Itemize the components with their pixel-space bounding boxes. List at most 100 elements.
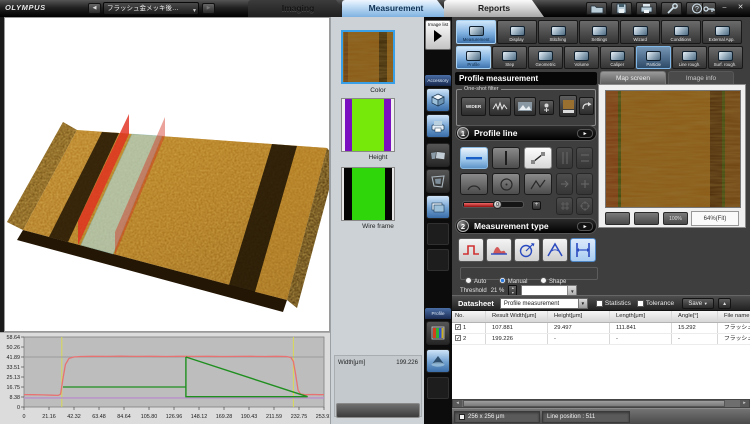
file-forward-button[interactable]: ▶: [202, 3, 215, 14]
datasheet-hscrollbar[interactable]: ◂ ▸: [452, 399, 750, 408]
key-button[interactable]: [702, 2, 716, 15]
slider-track[interactable]: 0: [462, 201, 524, 208]
accessory-snapshot-button[interactable]: [426, 143, 450, 167]
row-checkbox[interactable]: ✓: [455, 324, 461, 330]
file-selector-value: フラッシュ金メッキ後…: [107, 5, 179, 12]
image-filter-button[interactable]: [514, 97, 536, 116]
tab-imaging[interactable]: Imaging: [248, 0, 348, 17]
row-checkbox[interactable]: ✓: [455, 335, 461, 341]
column-header-result-width-m[interactable]: Result Width[μm]: [486, 311, 548, 322]
minimize-button[interactable]: –: [718, 3, 731, 13]
column-header-file-name[interactable]: File name: [718, 311, 750, 322]
tab-reports[interactable]: Reports: [444, 0, 544, 17]
measure-area-button[interactable]: [486, 238, 512, 262]
measure-angle-button[interactable]: [542, 238, 568, 262]
wave-filter-button[interactable]: [489, 97, 511, 116]
table-row[interactable]: ✓2199.226---フラッシュ金: [452, 334, 750, 345]
open-folder-button[interactable]: [586, 2, 607, 15]
toolbar-button-surf-rough[interactable]: Surf. rough.: [708, 46, 743, 69]
tab-map-screen[interactable]: Map screen: [600, 71, 666, 84]
toolbar-label: Particle: [646, 62, 661, 67]
column-header-no[interactable]: No.: [452, 311, 486, 322]
spin-down-icon[interactable]: ▼: [511, 291, 514, 295]
measure-step-button[interactable]: [458, 238, 484, 262]
tolerance-checkbox[interactable]: [637, 300, 644, 307]
accessory-panel-header[interactable]: Accessory: [425, 75, 451, 86]
line-polyline-button[interactable]: [524, 173, 552, 195]
toolbar-button-wizard[interactable]: Wizard: [620, 20, 660, 44]
option-filter-button[interactable]: [539, 100, 554, 115]
column-header-angle[interactable]: Angle[°]: [672, 311, 718, 322]
profile-dock-color-button[interactable]: [426, 321, 450, 345]
line-circle-button[interactable]: [492, 173, 520, 195]
toolbar-button-settings[interactable]: Settings: [579, 20, 619, 44]
accessory-layers-button[interactable]: [426, 195, 450, 219]
scroll-thumb[interactable]: [463, 400, 725, 407]
x-tick-label: 42.32: [67, 414, 81, 420]
toolbar-button-stitching[interactable]: Stitching: [538, 20, 578, 44]
map-image[interactable]: [605, 90, 741, 208]
line-vertical-button[interactable]: [492, 147, 520, 169]
toolbar-button-external-app[interactable]: External App.: [702, 20, 742, 44]
profile-dock-header[interactable]: Profile: [425, 308, 451, 319]
toolbar-button-step[interactable]: Step: [492, 46, 527, 69]
accessory-report-button[interactable]: [426, 114, 450, 138]
save-dropdown-button[interactable]: Save ▼: [682, 298, 714, 309]
wider-apply-button[interactable]: [559, 95, 577, 117]
slider-plus-button[interactable]: +: [532, 201, 541, 210]
toolbar-button-geometric[interactable]: Geometric: [528, 46, 563, 69]
tab-measurement[interactable]: Measurement: [342, 0, 450, 17]
datasheet-mode-select[interactable]: Profile measurement ▼: [500, 298, 588, 309]
measurement-type-expand-button[interactable]: ▸: [577, 222, 593, 231]
tools-button[interactable]: [661, 2, 682, 15]
profile-chart-panel[interactable]: 021.1642.3263.4884.64105.80126.96148.121…: [0, 332, 330, 424]
map-tool-button-2[interactable]: [634, 212, 659, 225]
line-arc-button[interactable]: [460, 173, 488, 195]
table-row[interactable]: ✓1107.88129.497111.84115.292フラッシュ金: [452, 323, 750, 334]
profile-line-expand-button[interactable]: ▸: [577, 129, 593, 138]
line-horizontal-button[interactable]: [460, 147, 488, 169]
line-width-slider[interactable]: 0: [462, 201, 524, 208]
toolbar-button-particle[interactable]: Particle: [636, 46, 671, 69]
thumbnail-color[interactable]: [341, 30, 395, 84]
3d-viewer[interactable]: [4, 17, 330, 332]
toolbar-button-caliper[interactable]: Caliper: [600, 46, 635, 69]
wider-filter-button[interactable]: WIDER: [461, 97, 486, 116]
profile-dock-3d-button[interactable]: [426, 349, 450, 373]
close-button[interactable]: ✕: [734, 3, 747, 13]
accessory-frame-button[interactable]: [426, 169, 450, 193]
toolbar-button-profile[interactable]: Profile: [456, 46, 491, 69]
measure-width-button[interactable]: [570, 238, 596, 262]
tab-image-info[interactable]: Image info: [668, 71, 734, 84]
bottom-action-button[interactable]: [336, 403, 420, 418]
datasheet-mode-value: Profile measurement: [504, 301, 559, 307]
toolbar-button-line-rough[interactable]: Line rough.: [672, 46, 707, 69]
slider-thumb[interactable]: 0: [493, 200, 502, 209]
datasheet-table[interactable]: No.Result Width[μm]Height[μm]Length[μm]A…: [452, 310, 750, 399]
datasheet-collapse-button[interactable]: ▲: [718, 298, 731, 309]
statistics-checkbox[interactable]: [596, 300, 603, 307]
spin-up-icon[interactable]: ▲: [511, 286, 514, 290]
file-back-button[interactable]: ◀: [88, 3, 101, 14]
scroll-left-arrow[interactable]: ◂: [453, 400, 462, 407]
image-list-button[interactable]: Image list: [425, 20, 451, 50]
toolbar-button-measurement[interactable]: Measurement: [456, 20, 496, 44]
map-zoom-100-button[interactable]: 100%: [663, 212, 688, 225]
width-cell: 107.881: [486, 323, 548, 333]
thumbnail-wireframe[interactable]: [341, 167, 395, 221]
undo-filter-button[interactable]: [579, 97, 594, 115]
toolbar-button-conditions[interactable]: Conditions: [661, 20, 701, 44]
accessory-3d-button[interactable]: [426, 88, 450, 112]
measure-circle-button[interactable]: [514, 238, 540, 262]
toolbar-button-volume[interactable]: Volume: [564, 46, 599, 69]
column-header-height-m[interactable]: Height[μm]: [548, 311, 610, 322]
thumbnail-height[interactable]: [341, 98, 395, 152]
print-button[interactable]: [636, 2, 657, 15]
map-tool-button-1[interactable]: [605, 212, 630, 225]
line-free-button[interactable]: [524, 147, 552, 169]
toolbar-button-display[interactable]: Display: [497, 20, 537, 44]
save-button[interactable]: [611, 2, 632, 15]
scroll-right-arrow[interactable]: ▸: [740, 400, 749, 407]
column-header-length-m[interactable]: Length[μm]: [610, 311, 672, 322]
file-selector-dropdown[interactable]: フラッシュ金メッキ後… ▼: [103, 2, 199, 15]
